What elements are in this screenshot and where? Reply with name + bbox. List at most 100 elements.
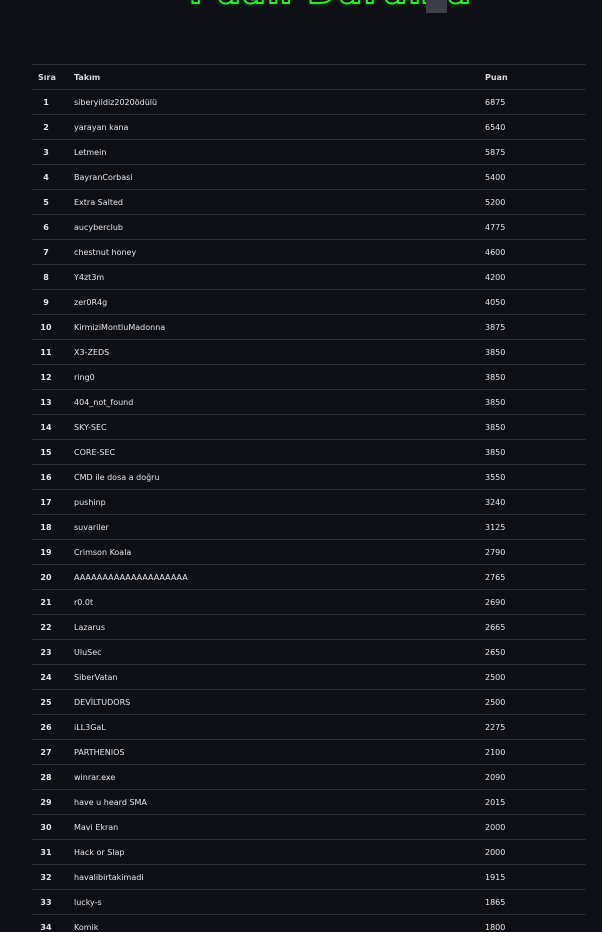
table-row: 28 winrar.exe 2090 — [32, 764, 586, 790]
rank-cell: 13 — [32, 389, 74, 415]
team-cell: Y4zt3m — [74, 264, 485, 290]
team-cell: AAAAAAAAAAAAAAAAAAAA — [74, 564, 485, 590]
rank-cell: 8 — [32, 264, 74, 290]
table-row: 31 Hack or Slap 2000 — [32, 839, 586, 865]
points-cell: 4775 — [485, 214, 586, 240]
team-cell: pushinp — [74, 489, 485, 515]
table-row: 18 suvariler 3125 — [32, 514, 586, 540]
team-cell: Lazarus — [74, 614, 485, 640]
rank-cell: 1 — [32, 89, 74, 115]
points-cell: 6540 — [485, 114, 586, 140]
table-row: 27 PARTHENIOS 2100 — [32, 739, 586, 765]
table-row: 26 iLL3GaL 2275 — [32, 714, 586, 740]
rank-cell: 26 — [32, 714, 74, 740]
points-cell: 5400 — [485, 164, 586, 190]
points-cell: 5875 — [485, 139, 586, 165]
table-row: 1 siberyildiz2020ödülü 6875 — [32, 89, 586, 115]
table-row: 34 Komik 1800 — [32, 914, 586, 932]
points-cell: 2690 — [485, 589, 586, 615]
page-title: Puan Durumu — [129, 0, 472, 12]
table-row: 25 DEVİLTUDORS 2500 — [32, 689, 586, 715]
table-row: 20 AAAAAAAAAAAAAAAAAAAA 2765 — [32, 564, 586, 590]
header-team: Takım — [74, 64, 485, 90]
team-cell: SiberVatan — [74, 664, 485, 690]
table-row: 33 lucky-s 1865 — [32, 889, 586, 915]
team-cell: winrar.exe — [74, 764, 485, 790]
table-header: Sıra Takım Puan — [32, 64, 586, 90]
rank-cell: 28 — [32, 764, 74, 790]
points-cell: 3240 — [485, 489, 586, 515]
rank-cell: 34 — [32, 914, 74, 932]
header-rank: Sıra — [32, 64, 74, 90]
team-cell: iLL3GaL — [74, 714, 485, 740]
rank-cell: 30 — [32, 814, 74, 840]
rank-cell: 33 — [32, 889, 74, 915]
header-row: Sıra Takım Puan — [32, 64, 586, 90]
team-cell: BayranCorbasi — [74, 164, 485, 190]
rank-cell: 18 — [32, 514, 74, 540]
rank-cell: 19 — [32, 539, 74, 565]
header-points: Puan — [485, 64, 586, 90]
team-cell: aucyberclub — [74, 214, 485, 240]
team-cell: CORE-SEC — [74, 439, 485, 465]
table-row: 23 UluSec 2650 — [32, 639, 586, 665]
table-body: 1 siberyildiz2020ödülü 6875 2 yarayan kana 65… — [32, 89, 586, 932]
team-cell: UluSec — [74, 639, 485, 665]
scoreboard-table: Sıra Takım Puan 1 siberyildiz2020ödülü 687… — [32, 64, 586, 932]
rank-cell: 12 — [32, 364, 74, 390]
points-cell: 2500 — [485, 689, 586, 715]
text-cursor-block — [426, 0, 447, 13]
points-cell: 4200 — [485, 264, 586, 290]
table-row: 3 Letmein 5875 — [32, 139, 586, 165]
points-cell: 2650 — [485, 639, 586, 665]
team-cell: lucky-s — [74, 889, 485, 915]
team-cell: siberyildiz2020ödülü — [74, 89, 485, 115]
team-cell: ring0 — [74, 364, 485, 390]
table-row: 17 pushinp 3240 — [32, 489, 586, 515]
team-cell: Crimson Koala — [74, 539, 485, 565]
rank-cell: 32 — [32, 864, 74, 890]
team-cell: Mavi Ekran — [74, 814, 485, 840]
table-row: 19 Crimson Koala 2790 — [32, 539, 586, 565]
team-cell: KirmiziMontluMadonna — [74, 314, 485, 340]
points-cell: 1915 — [485, 864, 586, 890]
table-row: 22 Lazarus 2665 — [32, 614, 586, 640]
table-row: 16 CMD ile dosa a doğru 3550 — [32, 464, 586, 490]
team-cell: Letmein — [74, 139, 485, 165]
points-cell: 6875 — [485, 89, 586, 115]
points-cell: 3850 — [485, 439, 586, 465]
rank-cell: 24 — [32, 664, 74, 690]
points-cell: 2500 — [485, 664, 586, 690]
points-cell: 3850 — [485, 364, 586, 390]
rank-cell: 6 — [32, 214, 74, 240]
team-cell: Hack or Slap — [74, 839, 485, 865]
team-cell: zer0R4g — [74, 289, 485, 315]
table-row: 12 ring0 3850 — [32, 364, 586, 390]
team-cell: X3-ZEDS — [74, 339, 485, 365]
rank-cell: 29 — [32, 789, 74, 815]
table-row: 10 KirmiziMontluMadonna 3875 — [32, 314, 586, 340]
points-cell: 1865 — [485, 889, 586, 915]
rank-cell: 10 — [32, 314, 74, 340]
team-cell: have u heard SMA — [74, 789, 485, 815]
points-cell: 2000 — [485, 839, 586, 865]
rank-cell: 15 — [32, 439, 74, 465]
points-cell: 2000 — [485, 814, 586, 840]
rank-cell: 2 — [32, 114, 74, 140]
team-cell: Extra Salted — [74, 189, 485, 215]
team-cell: Komik — [74, 914, 485, 932]
points-cell: 2790 — [485, 539, 586, 565]
table-row: 5 Extra Salted 5200 — [32, 189, 586, 215]
table-row: 2 yarayan kana 6540 — [32, 114, 586, 140]
table-row: 30 Mavi Ekran 2000 — [32, 814, 586, 840]
rank-cell: 20 — [32, 564, 74, 590]
rank-cell: 31 — [32, 839, 74, 865]
points-cell: 2090 — [485, 764, 586, 790]
points-cell: 2665 — [485, 614, 586, 640]
rank-cell: 25 — [32, 689, 74, 715]
rank-cell: 27 — [32, 739, 74, 765]
team-cell: yarayan kana — [74, 114, 485, 140]
points-cell: 5200 — [485, 189, 586, 215]
rank-cell: 4 — [32, 164, 74, 190]
table-row: 24 SiberVatan 2500 — [32, 664, 586, 690]
